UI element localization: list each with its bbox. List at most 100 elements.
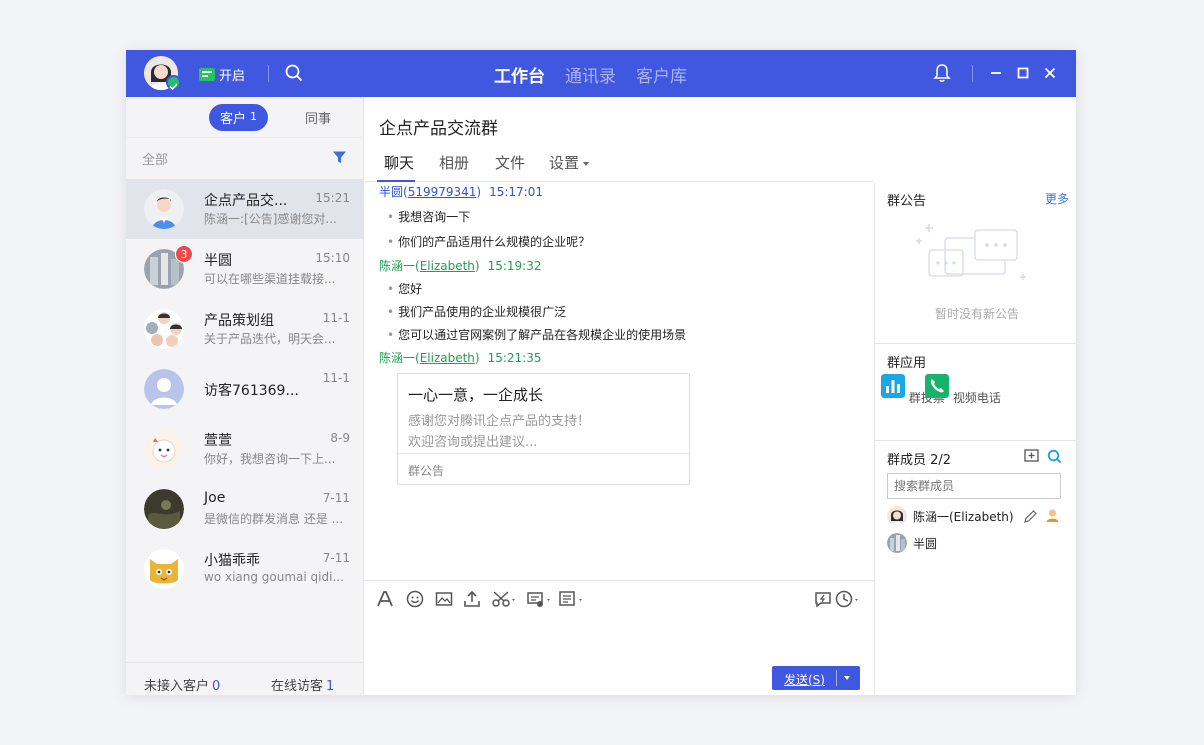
group-info-panel: 群公告 更多 暂时没有新公告 群应用 群投票 视频电话 群成员 2/2 搜索群成… — [874, 182, 1076, 695]
message-time: 15:21:35 — [487, 351, 542, 365]
divider — [268, 65, 269, 82]
nav-tab-workbench[interactable]: 工作台 — [494, 62, 545, 87]
conversation-list: 企点产品交... 15:21 陈涵一:[公告]感谢您对... 3 半圆 15:1… — [126, 179, 364, 599]
add-member-icon[interactable] — [1024, 449, 1039, 464]
unconnected-customers[interactable]: 未接入客户 0 — [144, 675, 220, 694]
card-line: 欢迎咨询或提出建议... — [408, 435, 538, 450]
member-item[interactable]: 陈涵一(Elizabeth) — [887, 505, 1067, 527]
filter-label[interactable]: 全部 — [142, 149, 168, 168]
message-text: • 您可以通过官网案例了解产品在各规模企业的使用场景 — [387, 328, 687, 342]
members-count: 2/2 — [930, 453, 952, 468]
online-visitors[interactable]: 在线访客 1 — [271, 675, 334, 694]
quick-reply-icon[interactable] — [526, 589, 554, 609]
tab-colleagues[interactable]: 同事 — [305, 108, 331, 127]
history-icon[interactable] — [834, 589, 862, 609]
conversation-item[interactable]: 小猫乖乖 7-11 wo xiang goumai qidi... — [126, 539, 364, 599]
filter-icon[interactable] — [332, 150, 347, 165]
member-name: 半圆 — [913, 537, 938, 551]
sender-name[interactable]: 陈涵一(Elizabeth) — [379, 259, 480, 273]
conversation-name: 访客761369... — [204, 383, 299, 399]
conversation-item[interactable]: Joe 7-11 是微信的群发消息 还是 ... — [126, 479, 364, 539]
tab-settings[interactable]: 设置 — [549, 152, 590, 173]
emoji-icon[interactable] — [405, 589, 425, 609]
online-count: 1 — [326, 679, 335, 694]
search-icon[interactable] — [1047, 449, 1062, 464]
member-item[interactable]: 半圆 — [887, 532, 1067, 554]
upload-icon[interactable] — [462, 589, 482, 609]
divider — [875, 343, 1076, 344]
sender-id-link[interactable]: Elizabeth — [420, 351, 475, 365]
unconnected-label: 未接入客户 — [144, 679, 210, 694]
conversation-time: 8-9 — [330, 431, 350, 445]
message-time: 15:17:01 — [489, 185, 543, 199]
conversation-name: 半圆 — [204, 253, 232, 269]
admin-icon — [1046, 509, 1059, 522]
online-check-icon — [166, 75, 181, 91]
template-icon[interactable] — [558, 589, 586, 609]
conversation-preview: 陈涵一:[公告]感谢您对... — [204, 212, 337, 226]
close-icon[interactable] — [1042, 65, 1058, 81]
tab-customers-label: 客户 — [220, 112, 247, 127]
member-avatar — [887, 506, 907, 526]
font-icon[interactable] — [375, 589, 395, 609]
member-avatar — [887, 533, 907, 553]
message-text: • 我们产品使用的企业规模很广泛 — [387, 305, 567, 319]
message-composer[interactable]: 发送(S) — [365, 580, 874, 695]
video-call-app[interactable]: 视频电话 — [925, 374, 1001, 406]
flash-reply-icon[interactable] — [813, 589, 833, 609]
conversation-name: 萱萱 — [204, 433, 232, 449]
apps-title: 群应用 — [887, 356, 927, 371]
nav-tab-customers[interactable]: 客户库 — [636, 62, 687, 87]
conversation-item[interactable]: 企点产品交... 15:21 陈涵一:[公告]感谢您对... — [126, 179, 364, 239]
filter-row: 全部 — [126, 137, 364, 179]
conversation-preview: 你好，我想咨询一下上... — [204, 452, 336, 466]
search-icon[interactable] — [284, 63, 304, 83]
status-label: 开启 — [219, 69, 246, 84]
bell-icon[interactable] — [932, 63, 952, 83]
tab-files[interactable]: 文件 — [495, 152, 525, 173]
conversation-item[interactable]: 3 半圆 15:10 可以在哪些渠道挂载接... — [126, 239, 364, 299]
tab-customers[interactable]: 客户 1 — [209, 104, 269, 131]
online-label: 在线访客 — [271, 679, 324, 694]
conversation-time: 11-1 — [322, 311, 350, 325]
maximize-icon[interactable] — [1015, 65, 1031, 81]
conversation-time: 7-11 — [322, 491, 350, 505]
conversation-item[interactable]: 访客761369... 11-1 — [126, 359, 364, 419]
conversation-name: 产品策划组 — [204, 313, 274, 329]
sender-name[interactable]: 陈涵一(Elizabeth) — [379, 351, 480, 365]
conversation-panel: 客户 1 同事 全部 企点产品交... 15:21 陈涵一:[公告]感谢您对..… — [126, 97, 364, 695]
tab-chat[interactable]: 聊天 — [384, 152, 414, 173]
unconnected-count: 0 — [212, 679, 221, 694]
send-button[interactable]: 发送(S) — [772, 666, 860, 690]
announcement-card[interactable]: 一心一意，一企成长 感谢您对腾讯企点产品的支持！ 欢迎咨询或提出建议... 群公… — [397, 373, 690, 485]
nav-tab-contacts[interactable]: 通讯录 — [565, 62, 616, 87]
sender-name[interactable]: 半圆(519979341) — [379, 185, 481, 199]
chat-title: 企点产品交流群 — [379, 119, 498, 139]
send-label: 发送(S) — [784, 673, 825, 687]
message-text: • 你们的产品适用什么规模的企业呢？ — [387, 235, 591, 249]
screenshot-icon[interactable] — [491, 589, 519, 609]
member-search-input[interactable] — [887, 473, 1061, 499]
chat-tabs: 聊天 相册 文件 设置 — [365, 150, 874, 182]
image-icon[interactable] — [434, 589, 454, 609]
members-title: 群成员 2/2 — [887, 453, 952, 468]
message-header: 陈涵一(Elizabeth) 15:19:32 — [379, 257, 542, 274]
conversation-item[interactable]: 萱萱 8-9 你好，我想咨询一下上... — [126, 419, 364, 479]
empty-announcement-illustration — [916, 224, 1026, 280]
more-link[interactable]: 更多 — [1045, 190, 1069, 207]
edit-icon[interactable] — [1023, 509, 1038, 524]
conversation-preview: 关于产品迭代，明天会... — [204, 332, 336, 346]
chevron-down-icon[interactable] — [844, 676, 850, 680]
chevron-down-icon — [583, 161, 590, 166]
message-time: 15:19:32 — [487, 259, 542, 273]
tab-album[interactable]: 相册 — [439, 152, 469, 173]
sender-id-link[interactable]: Elizabeth — [420, 259, 475, 273]
app-window: 开启 工作台 通讯录 客户库 客户 1 同事 全部 企点产品交... 15:21… — [126, 50, 1076, 695]
card-footer: 群公告 — [408, 464, 445, 478]
group-avatar — [144, 189, 184, 229]
status-toggle[interactable]: 开启 — [199, 65, 245, 84]
minimize-icon[interactable] — [988, 65, 1004, 81]
sender-id-link[interactable]: 519979341 — [408, 185, 477, 199]
conversation-item[interactable]: 产品策划组 11-1 关于产品迭代，明天会... — [126, 299, 364, 359]
unread-badge: 3 — [175, 245, 193, 263]
